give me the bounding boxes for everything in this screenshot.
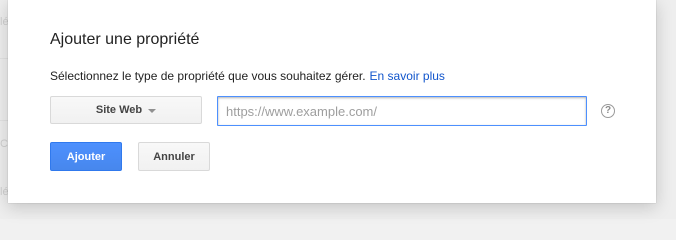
add-property-dialog: Ajouter une propriété Sélectionnez le ty… bbox=[8, 0, 656, 203]
add-button[interactable]: Ajouter bbox=[50, 142, 122, 171]
dialog-title: Ajouter une propriété bbox=[50, 31, 200, 48]
property-url-input[interactable] bbox=[217, 96, 587, 126]
dialog-description: Sélectionnez le type de propriété que vo… bbox=[50, 69, 445, 83]
background-text: C bbox=[0, 138, 8, 150]
learn-more-link[interactable]: En savoir plus bbox=[370, 69, 445, 83]
help-circle-icon[interactable]: ? bbox=[601, 104, 615, 118]
cancel-button[interactable]: Annuler bbox=[138, 142, 210, 171]
property-type-selected: Site Web bbox=[95, 104, 143, 116]
description-text: Sélectionnez le type de propriété que vo… bbox=[50, 69, 366, 83]
property-type-dropdown[interactable]: Site Web bbox=[50, 96, 202, 124]
chevron-down-icon bbox=[148, 108, 157, 113]
